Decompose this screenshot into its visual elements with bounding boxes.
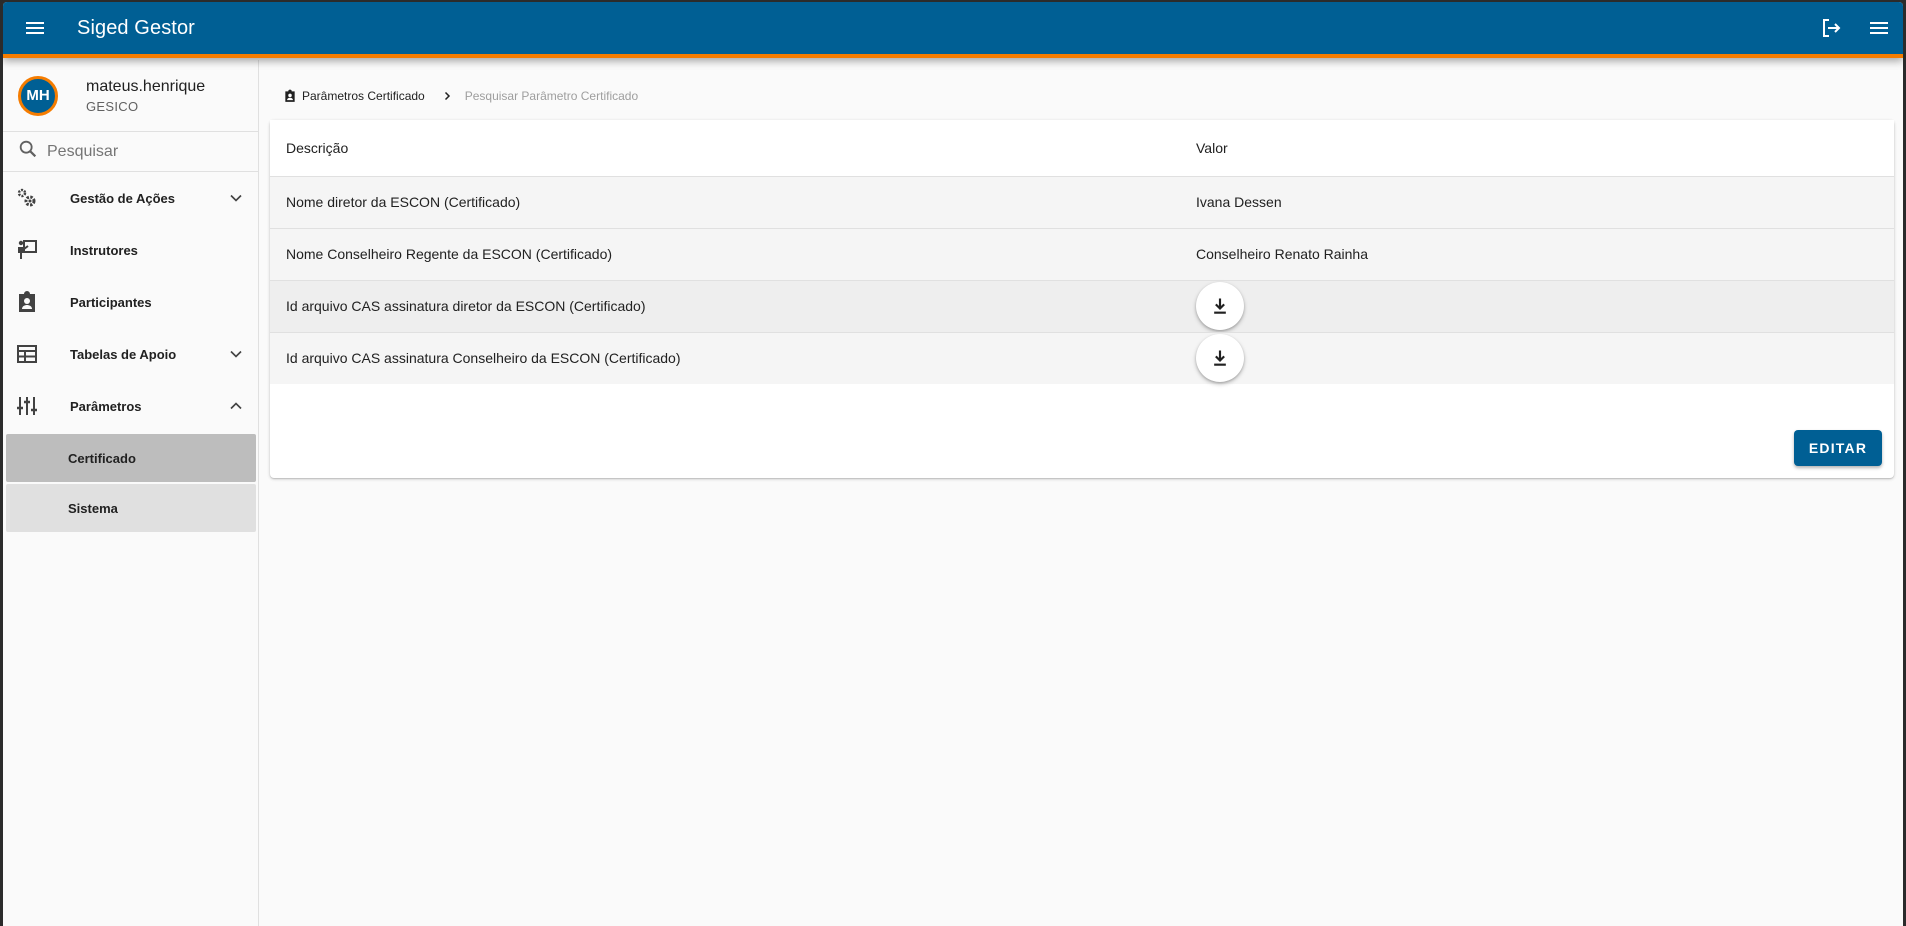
logout-icon[interactable] <box>1807 2 1855 54</box>
table-header-row: Descrição Valor <box>270 120 1894 177</box>
cell-value: Ivana Dessen <box>1196 176 1894 229</box>
menu-icon[interactable] <box>7 2 63 54</box>
table-icon <box>15 342 39 366</box>
table-row[interactable]: Id arquivo CAS assinatura Conselheiro da… <box>270 332 1894 384</box>
cell-value: Conselheiro Renato Rainha <box>1196 228 1894 281</box>
badge-icon <box>283 89 297 103</box>
menu-icon[interactable] <box>1855 2 1903 54</box>
column-header-valor[interactable]: Valor <box>1196 120 1894 177</box>
gears-icon <box>15 186 39 210</box>
cell-description: Nome Conselheiro Regente da ESCON (Certi… <box>270 228 1196 281</box>
cell-description: Id arquivo CAS assinatura diretor da ESC… <box>270 280 1196 333</box>
cell-description: Nome diretor da ESCON (Certificado) <box>270 176 1196 229</box>
download-icon <box>1210 348 1230 368</box>
avatar[interactable]: MH <box>18 75 58 116</box>
table-row[interactable]: Nome diretor da ESCON (Certificado) Ivan… <box>270 176 1894 229</box>
sidebar-item-label: Tabelas de Apoio <box>70 346 177 362</box>
chevron-down-icon <box>226 344 246 369</box>
table-row[interactable]: Nome Conselheiro Regente da ESCON (Certi… <box>270 228 1894 281</box>
sliders-icon <box>15 394 39 418</box>
sidebar-item-participantes[interactable]: Participantes <box>3 276 258 328</box>
cell-description: Id arquivo CAS assinatura Conselheiro da… <box>286 350 681 367</box>
breadcrumb-label: Parâmetros Certificado <box>302 89 425 103</box>
user-name: mateus.henrique <box>86 77 206 95</box>
sidebar-item-label: Gestão de Ações <box>70 190 176 206</box>
app-title: Siged Gestor <box>77 16 195 39</box>
sidebar-item-gestao-de-acoes[interactable]: Gestão de Ações <box>3 172 258 224</box>
cell-value <box>1196 280 1894 333</box>
download-button[interactable] <box>1196 334 1244 383</box>
top-app-bar: Siged Gestor <box>3 2 1903 58</box>
chevron-up-icon <box>226 396 246 421</box>
search-input[interactable] <box>47 142 247 161</box>
sidebar-item-label: Parâmetros <box>70 398 142 414</box>
sidebar-subitem-certificado[interactable]: Certificado <box>6 434 256 482</box>
chevron-right-icon <box>441 90 453 102</box>
user-profile: MH mateus.henrique GESICO <box>3 60 258 132</box>
column-header-descricao[interactable]: Descrição <box>270 120 1196 177</box>
breadcrumb: Parâmetros Certificado Pesquisar Parâmet… <box>283 86 638 106</box>
badge-icon <box>15 290 39 314</box>
sidebar-item-instrutores[interactable]: Instrutores <box>3 224 258 276</box>
table-row[interactable]: Id arquivo CAS assinatura diretor da ESC… <box>270 280 1894 333</box>
chevron-down-icon <box>226 188 246 213</box>
parameters-table: Descrição Valor Nome diretor da ESCON (C… <box>270 120 1894 384</box>
app-window: Siged Gestor MH mateus.henrique GESICO P… <box>3 2 1903 926</box>
download-icon <box>1210 296 1230 316</box>
sidebar-item-label: Participantes <box>70 294 152 310</box>
cell-value <box>1196 332 1894 384</box>
instructor-icon <box>15 238 39 262</box>
sidebar-item-label: Instrutores <box>70 242 138 258</box>
user-org: GESICO <box>86 98 139 114</box>
sidebar-item-tabelas-de-apoio[interactable]: Tabelas de Apoio <box>3 328 258 380</box>
sidebar-search <box>3 132 258 172</box>
search-icon <box>17 138 39 165</box>
parameters-card: Descrição Valor Nome diretor da ESCON (C… <box>270 120 1894 478</box>
sidebar-item-parametros[interactable]: Parâmetros <box>3 380 258 432</box>
sidebar: MH mateus.henrique GESICO Gestão de Açõe… <box>3 60 259 926</box>
download-button[interactable] <box>1196 282 1244 330</box>
breadcrumb-current: Pesquisar Parâmetro Certificado <box>464 89 639 103</box>
breadcrumb-parametros-certificado[interactable]: Parâmetros Certificado <box>283 89 425 103</box>
edit-button[interactable]: EDITAR <box>1794 430 1882 466</box>
sidebar-subitem-sistema[interactable]: Sistema <box>6 484 256 532</box>
